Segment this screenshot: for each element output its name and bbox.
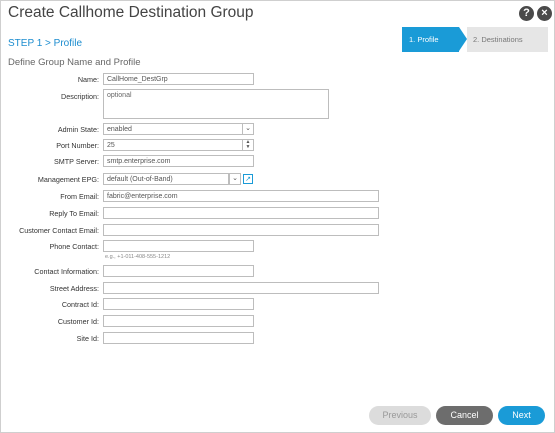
street-address-label: Street Address: (49, 284, 99, 293)
wizard-step-profile[interactable]: 1. Profile (402, 27, 459, 52)
site-id-input[interactable] (103, 332, 254, 344)
site-id-label: Site Id: (76, 334, 99, 343)
step-label: STEP 1 > Profile (8, 38, 83, 49)
from-email-input[interactable]: fabric@enterprise.com (103, 190, 379, 202)
phone-contact-input[interactable] (103, 240, 254, 252)
dialog-title: Create Callhome Destination Group (8, 4, 254, 21)
next-button[interactable]: Next (498, 406, 545, 425)
description-input[interactable]: optional (103, 89, 329, 119)
cancel-button[interactable]: Cancel (436, 406, 493, 425)
section-subtitle: Define Group Name and Profile (8, 57, 141, 68)
phone-contact-label: Phone Contact: (49, 242, 99, 251)
customer-id-input[interactable] (103, 315, 254, 327)
customer-id-label: Customer Id: (57, 317, 99, 326)
dialog: Create Callhome Destination Group ? × ST… (0, 0, 555, 433)
admin-state-label: Admin State: (57, 125, 99, 134)
contact-information-input[interactable] (103, 265, 254, 277)
chevron-down-icon[interactable]: ⌄ (242, 123, 254, 135)
contract-id-label: Contract Id: (61, 300, 99, 309)
port-number-input[interactable]: 25 (103, 139, 243, 151)
reply-to-email-label: Reply To Email: (49, 209, 99, 218)
close-icon[interactable]: × (537, 6, 552, 21)
description-label: Description: (61, 92, 99, 101)
port-number-label: Port Number: (56, 141, 99, 150)
from-email-label: From Email: (60, 192, 99, 201)
wizard-step-destinations[interactable]: 2. Destinations (467, 27, 548, 52)
customer-contact-email-input[interactable] (103, 224, 379, 236)
management-epg-label: Management EPG: (37, 175, 99, 184)
previous-button[interactable]: Previous (369, 406, 431, 425)
customer-contact-email-label: Customer Contact Email: (19, 226, 99, 235)
street-address-input[interactable] (103, 282, 379, 294)
help-icon[interactable]: ? (519, 6, 534, 21)
open-link-icon[interactable]: ↗ (243, 174, 253, 184)
spinner-arrows-icon[interactable]: ▲ ▼ (242, 139, 254, 151)
smtp-server-input[interactable]: smtp.enterprise.com (103, 155, 254, 167)
smtp-server-label: SMTP Server: (54, 157, 99, 166)
admin-state-select[interactable]: enabled (103, 123, 243, 135)
name-label: Name: (77, 75, 99, 84)
wizard-steps: 1. Profile 2. Destinations (402, 27, 548, 52)
reply-to-email-input[interactable] (103, 207, 379, 219)
phone-contact-hint: e.g., +1-011-408-555-1212 (105, 254, 171, 260)
chevron-down-icon[interactable]: ⌄ (229, 173, 241, 185)
contract-id-input[interactable] (103, 298, 254, 310)
wizard-step-arrow (459, 27, 467, 51)
management-epg-select[interactable]: default (Out-of-Band) (103, 173, 229, 185)
contact-information-label: Contact Information: (34, 267, 99, 276)
name-input[interactable]: CallHome_DestGrp (103, 73, 254, 85)
